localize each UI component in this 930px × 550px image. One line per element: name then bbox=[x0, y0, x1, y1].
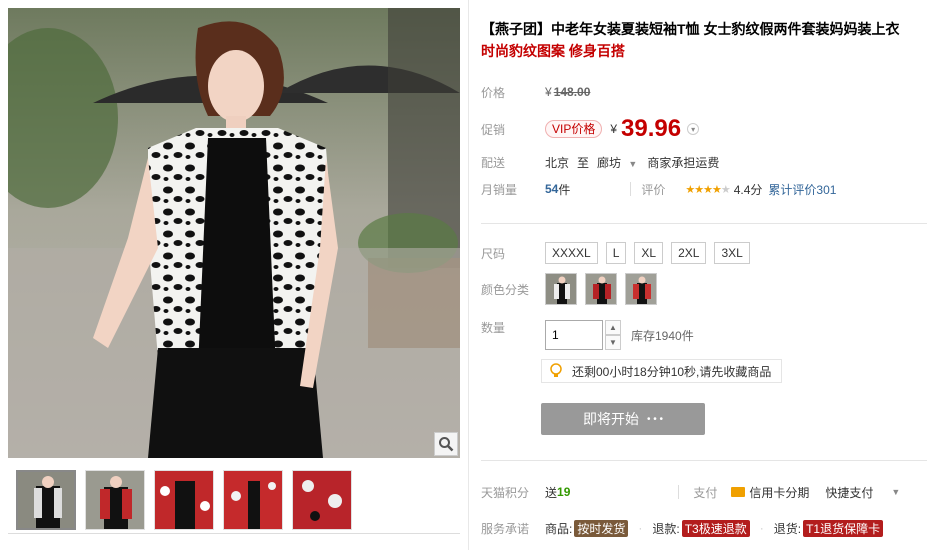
product-title: 【燕子团】中老年女装夏装短袖T恤 女士豹纹假两件套装妈妈装上衣 时尚豹纹图案 修… bbox=[481, 18, 927, 62]
sales-unit: 件 bbox=[558, 182, 571, 197]
shipping-to-word: 至 bbox=[577, 155, 590, 170]
promo-currency: ¥ bbox=[610, 122, 618, 136]
price-row: 价格 ¥ 148.00 bbox=[481, 82, 590, 102]
refund-label: 退款: bbox=[652, 521, 680, 536]
section-divider bbox=[481, 223, 927, 224]
divider bbox=[678, 485, 680, 499]
rating-label: 评价 bbox=[641, 182, 666, 197]
color-swatch-3[interactable] bbox=[625, 273, 657, 305]
size-option-xl[interactable]: XL bbox=[634, 242, 664, 264]
quantity-row: 数量 ▲ ▼ 库存1940件 bbox=[481, 319, 694, 351]
size-row: 尺码 XXXXL L XL 2XL 3XL bbox=[481, 241, 758, 265]
chevron-down-icon: ▼ bbox=[628, 158, 638, 169]
return-label: 退货: bbox=[773, 521, 802, 536]
divider bbox=[630, 182, 632, 196]
size-label: 尺码 bbox=[481, 246, 506, 261]
shipping-fee: 商家承担运费 bbox=[647, 155, 720, 170]
chevron-down-icon[interactable]: ▼ bbox=[891, 487, 900, 497]
thumbnail-3[interactable] bbox=[154, 470, 214, 530]
goods-label: 商品: bbox=[545, 521, 573, 536]
fast-refund-badge[interactable]: T3极速退款 bbox=[681, 519, 750, 537]
thumbnail-strip bbox=[8, 462, 460, 544]
service-row: 服务承诺 商品: 按时发货 · 退款: T3极速退款 · 退货: T1退货保障卡 bbox=[481, 518, 884, 538]
title-line-2: 时尚豹纹图案 修身百搭 bbox=[481, 43, 625, 59]
stock-count: 库存1940件 bbox=[631, 328, 694, 343]
quantity-decrease-button[interactable]: ▼ bbox=[605, 335, 621, 350]
review-count-link[interactable]: 累计评价301 bbox=[768, 181, 836, 198]
payment-label: 支付 bbox=[693, 485, 718, 500]
star-icon: ★★★★★ bbox=[685, 183, 730, 196]
credit-card-icon bbox=[731, 487, 746, 497]
size-option-xxxxl[interactable]: XXXXL bbox=[545, 242, 598, 264]
magnifier-icon bbox=[439, 437, 454, 452]
installment-option[interactable]: 信用卡分期 bbox=[749, 484, 809, 501]
service-label: 服务承诺 bbox=[481, 521, 530, 536]
vip-price-tag: VIP价格 bbox=[545, 120, 603, 138]
shipping-from: 北京 bbox=[545, 155, 570, 170]
countdown-notice: 还剩00小时18分钟10秒,请先收藏商品 bbox=[541, 359, 783, 383]
shipping-to: 廊坊 bbox=[597, 155, 622, 170]
quantity-stepper: ▲ ▼ bbox=[605, 320, 621, 350]
button-label: 即将开始 bbox=[582, 411, 639, 427]
color-swatch-2[interactable] bbox=[585, 273, 617, 305]
points-value: 19 bbox=[557, 485, 571, 499]
sales-count: 54 bbox=[545, 182, 559, 196]
shipping-label: 配送 bbox=[481, 155, 506, 170]
zoom-button[interactable] bbox=[434, 432, 458, 456]
quick-pay-option[interactable]: 快捷支付 bbox=[825, 484, 873, 501]
promo-price: 39.96 bbox=[621, 115, 682, 142]
points-label: 天猫积分 bbox=[481, 485, 530, 500]
main-product-image[interactable] bbox=[8, 8, 460, 458]
color-swatch-1[interactable] bbox=[545, 273, 577, 305]
size-option-3xl[interactable]: 3XL bbox=[714, 242, 750, 264]
thumbnail-1[interactable] bbox=[16, 470, 76, 530]
price-currency: ¥ bbox=[545, 85, 552, 99]
promo-label: 促销 bbox=[481, 122, 506, 137]
color-row: 颜色分类 bbox=[481, 271, 665, 307]
size-option-l[interactable]: L bbox=[605, 242, 627, 264]
original-price: 148.00 bbox=[553, 85, 591, 99]
points-prefix: 送 bbox=[545, 485, 558, 500]
return-guarantee-badge[interactable]: T1退货保障卡 bbox=[803, 519, 884, 537]
sales-label: 月销量 bbox=[481, 182, 518, 197]
quantity-increase-button[interactable]: ▲ bbox=[605, 320, 621, 335]
promo-row: 促销 VIP价格 ¥ 39.96 ▾ bbox=[481, 114, 700, 144]
points-payment-row: 天猫积分 送 19 支付 信用卡分期 快捷支付 ▼ bbox=[481, 482, 900, 502]
product-photo bbox=[8, 8, 460, 458]
shipping-destination-select[interactable]: 廊坊 ▼ bbox=[597, 154, 637, 171]
coming-soon-button[interactable]: 即将开始 • • • bbox=[541, 403, 705, 435]
dot-divider: · bbox=[759, 521, 764, 535]
product-info-panel: 【燕子团】中老年女装夏装短袖T恤 女士豹纹假两件套装妈妈装上衣 时尚豹纹图案 修… bbox=[468, 0, 930, 550]
dot-divider: · bbox=[638, 521, 643, 535]
size-option-2xl[interactable]: 2XL bbox=[671, 242, 707, 264]
section-divider bbox=[481, 460, 927, 461]
quantity-label: 数量 bbox=[481, 321, 506, 335]
shipping-row: 配送 北京 至 廊坊 ▼ 商家承担运费 bbox=[481, 152, 719, 172]
color-label: 颜色分类 bbox=[481, 282, 530, 297]
thumbnail-divider bbox=[8, 533, 460, 534]
sales-row: 月销量 54 件 评价 ★★★★★ 4.4分 累计评价301 bbox=[481, 179, 836, 199]
thumbnail-4[interactable] bbox=[223, 470, 283, 530]
lightbulb-icon bbox=[546, 361, 566, 381]
title-line-1: 【燕子团】中老年女装夏装短袖T恤 女士豹纹假两件套装妈妈装上衣 bbox=[481, 21, 900, 37]
quantity-input[interactable] bbox=[545, 320, 603, 350]
on-time-shipping-badge[interactable]: 按时发货 bbox=[574, 519, 629, 537]
button-dots: • • • bbox=[646, 413, 664, 425]
price-label: 价格 bbox=[481, 85, 506, 100]
thumbnail-2[interactable] bbox=[85, 470, 145, 530]
countdown-text: 还剩00小时18分钟10秒,请先收藏商品 bbox=[572, 364, 772, 379]
rating-score: 4.4分 bbox=[733, 182, 763, 197]
thumbnail-5[interactable] bbox=[292, 470, 352, 530]
chevron-down-icon[interactable]: ▾ bbox=[687, 123, 700, 135]
